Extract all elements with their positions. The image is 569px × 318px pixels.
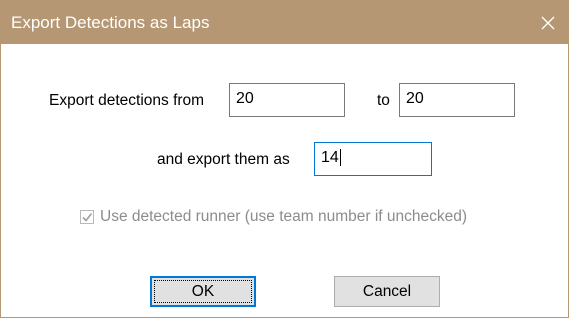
- export-as-label: and export them as: [157, 151, 290, 168]
- close-button[interactable]: [528, 1, 568, 44]
- focus-rectangle: [154, 280, 252, 303]
- use-detected-runner-label: Use detected runner (use team number if …: [100, 208, 468, 225]
- close-icon: [541, 16, 555, 29]
- to-input-value: 20: [406, 90, 424, 107]
- from-input[interactable]: 20: [229, 83, 345, 117]
- cancel-button-label: Cancel: [362, 282, 412, 300]
- window-title: Export Detections as Laps: [11, 13, 210, 32]
- cancel-button[interactable]: Cancel: [334, 276, 440, 307]
- export-as-input-value: 14: [321, 149, 339, 166]
- use-detected-runner-checkbox[interactable]: [80, 210, 94, 224]
- ok-button[interactable]: OK: [150, 276, 256, 307]
- use-detected-runner-row: Use detected runner (use team number if …: [80, 207, 467, 227]
- export-as-input[interactable]: 14: [314, 142, 432, 176]
- from-input-value: 20: [236, 90, 254, 107]
- to-label: to: [377, 92, 390, 109]
- from-label: Export detections from: [49, 92, 205, 109]
- to-input[interactable]: 20: [399, 83, 515, 117]
- title-bar[interactable]: Export Detections as Laps: [1, 1, 568, 44]
- checkmark-icon: [82, 213, 93, 222]
- export-dialog: Export Detections as Laps Export detecti…: [0, 0, 569, 318]
- text-caret: [339, 149, 341, 167]
